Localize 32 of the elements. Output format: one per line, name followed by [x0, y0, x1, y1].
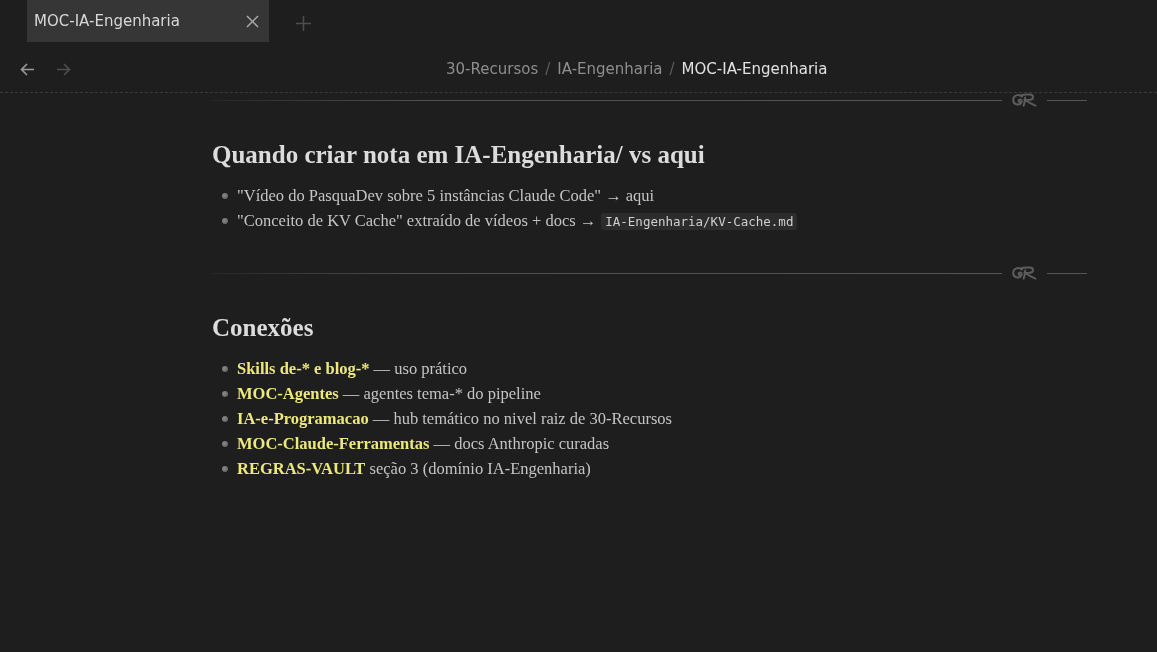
note-link[interactable]: IA-e-Programacao [237, 409, 369, 428]
breadcrumb-separator: / [545, 60, 551, 78]
list-item-text: MOC-Claude-Ferramentas — docs Anthropic curadas [237, 433, 610, 455]
note-link[interactable]: MOC-Claude-Ferramentas [237, 434, 430, 453]
bullet-icon [222, 192, 228, 199]
section-heading: Conexões [212, 313, 315, 343]
list-item-text: "Vídeo do PasquaDev sobre 5 instâncias Claude Code" → aqui [237, 185, 655, 207]
note-link[interactable]: REGRAS-VAULT [237, 459, 366, 478]
tab[interactable]: MOC-IA-Engenharia [27, 0, 269, 42]
left-arrow-icon[interactable] [20, 62, 35, 76]
breadcrumb-separator: / [669, 60, 675, 78]
bullet-icon [222, 365, 228, 372]
bullet-icon [222, 440, 228, 447]
bullet-icon [222, 415, 228, 422]
ornament-icon [1012, 266, 1037, 280]
note-link[interactable]: MOC-Agentes [237, 384, 339, 403]
list-item-text: MOC-Agentes — agentes tema-* do pipeline [237, 383, 541, 405]
ornament-icon [1012, 93, 1037, 107]
close-icon[interactable] [246, 14, 259, 28]
note-link[interactable]: Skills de-* e blog-* [237, 359, 370, 378]
inline-code: IA-Engenharia/KV-Cache.md [601, 213, 798, 230]
bullet-icon [222, 217, 228, 224]
list-item-text: "Conceito de KV Cache" extraído de vídeos + docs → IA-Engenharia/KV-Cache.md [237, 208, 798, 233]
bullet-icon [222, 465, 228, 472]
breadcrumb-item[interactable]: 30-Recursos [446, 60, 539, 78]
list-item-text: IA-e-Programacao — hub temático no nivel raiz de 30-Recursos [237, 408, 672, 430]
list-item-text: Skills de-* e blog-* — uso prático [237, 358, 468, 380]
list-item-text: REGRAS-VAULT seção 3 (domínio IA-Engenharia) [237, 458, 591, 480]
bullet-icon [222, 390, 228, 397]
breadcrumb-item[interactable]: MOC-IA-Engenharia [681, 60, 828, 78]
breadcrumb-item[interactable]: IA-Engenharia [557, 60, 663, 78]
section-heading: Quando criar nota em IA-Engenharia/ vs aqui [212, 140, 706, 170]
